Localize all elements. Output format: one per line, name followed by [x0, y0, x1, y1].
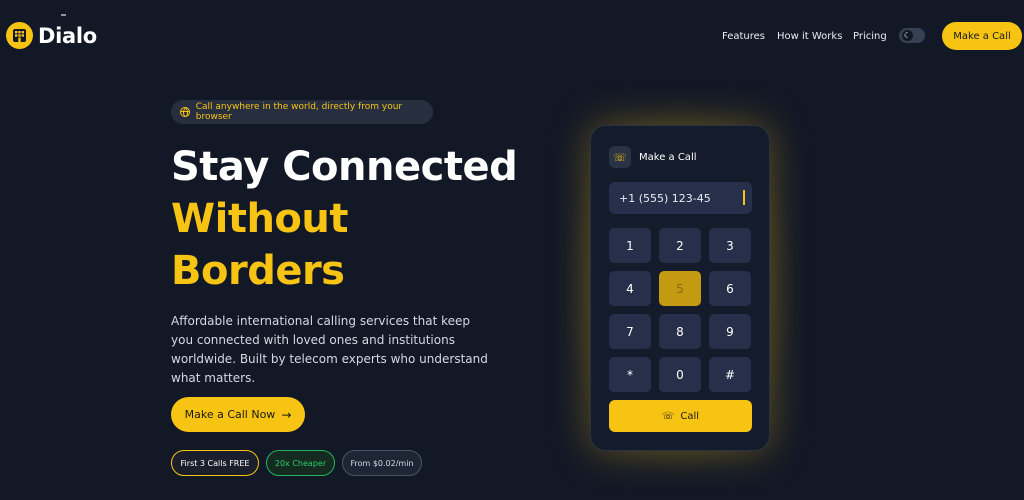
- dialer-header: ☏ Make a Call: [609, 146, 697, 168]
- hero-pill: Call anywhere in the world, directly fro…: [171, 100, 433, 124]
- input-caret: [743, 190, 745, 205]
- key-4[interactable]: 4: [609, 271, 651, 306]
- phone-icon: ☏: [661, 410, 675, 422]
- key-3[interactable]: 3: [709, 228, 751, 263]
- nav-link-pricing[interactable]: Pricing: [853, 31, 887, 42]
- badge-free-calls: First 3 Calls FREE: [171, 450, 259, 476]
- dialer-card: ☏ Make a Call +1 (555) 123-45 1 2 3 4 5 …: [590, 125, 770, 451]
- badge-cheaper: 20x Cheaper: [266, 450, 335, 476]
- key-0[interactable]: 0: [659, 357, 701, 392]
- headline-line-1: Stay Connected: [171, 144, 518, 190]
- brand-name: Dialo: [38, 23, 97, 48]
- key-star[interactable]: *: [609, 357, 651, 392]
- keypad: 1 2 3 4 5 6 7 8 9 * 0 #: [609, 228, 751, 392]
- phone-call-icon: ☏: [609, 146, 631, 168]
- hero-description: Affordable international calling service…: [171, 314, 488, 385]
- nav-link-features[interactable]: Features: [722, 31, 765, 42]
- nav-link-how-it-works[interactable]: How it Works: [777, 31, 842, 42]
- call-button-label: Call: [680, 410, 700, 422]
- nav-make-call-button[interactable]: Make a Call: [942, 22, 1022, 50]
- grid-building-icon: [6, 22, 33, 49]
- hero-headline: Stay Connected Without Borders: [171, 141, 518, 297]
- phone-number-input[interactable]: +1 (555) 123-45: [609, 182, 752, 214]
- headline-line-3: Borders: [171, 248, 345, 294]
- key-2[interactable]: 2: [659, 228, 701, 263]
- key-7[interactable]: 7: [609, 314, 651, 349]
- call-button[interactable]: ☏ Call: [609, 400, 752, 432]
- dialer-title: Make a Call: [639, 151, 697, 163]
- moon-icon: ☾: [902, 30, 913, 41]
- logo[interactable]: Dialo: [6, 22, 97, 49]
- decorative-dot: [61, 14, 66, 16]
- key-8[interactable]: 8: [659, 314, 701, 349]
- hero-pill-text: Call anywhere in the world, directly fro…: [195, 102, 403, 122]
- key-9[interactable]: 9: [709, 314, 751, 349]
- key-6[interactable]: 6: [709, 271, 751, 306]
- globe-icon: [180, 107, 190, 117]
- badge-price: From $0.02/min: [342, 450, 422, 476]
- make-call-now-label: Make a Call Now: [184, 408, 276, 421]
- key-1[interactable]: 1: [609, 228, 651, 263]
- phone-number-value: +1 (555) 123-45: [619, 191, 711, 205]
- key-hash[interactable]: #: [709, 357, 751, 392]
- theme-toggle[interactable]: ☾: [899, 28, 925, 43]
- key-5[interactable]: 5: [659, 271, 701, 306]
- make-call-now-button[interactable]: Make a Call Now →: [171, 397, 305, 432]
- arrow-right-icon: →: [281, 407, 292, 422]
- headline-line-2: Without: [171, 196, 349, 242]
